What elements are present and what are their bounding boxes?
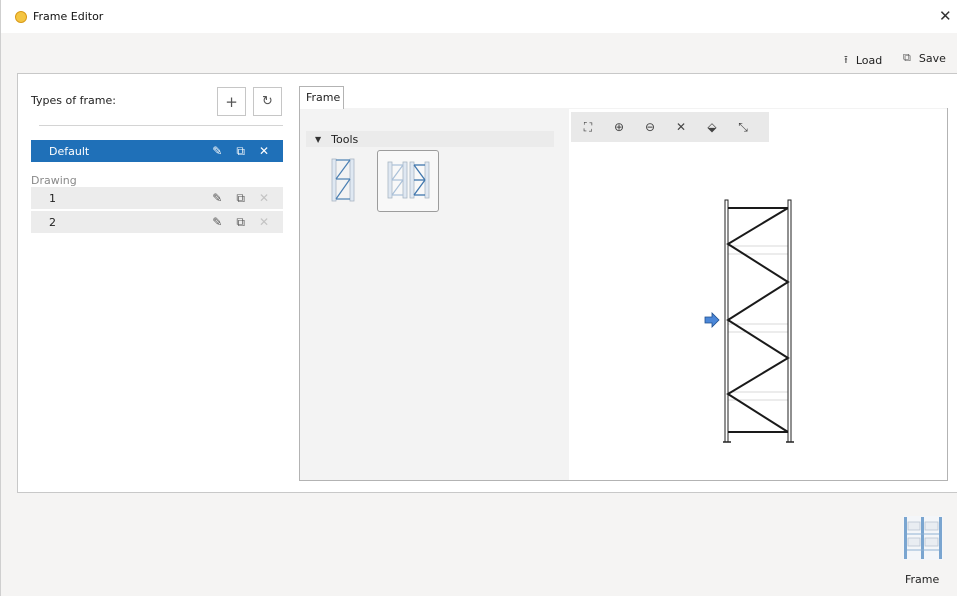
eraser-icon[interactable]: ⬙ xyxy=(705,120,719,134)
separator xyxy=(39,125,283,126)
frame-type-2[interactable]: 2 ✎ ⧉ ✕ xyxy=(31,211,283,233)
app-icon xyxy=(15,11,27,23)
frame-thumbnail-icon xyxy=(903,516,943,560)
load-button[interactable]: ⭱ Load xyxy=(844,51,882,70)
frame-type-default[interactable]: Default ✎ ⧉ ✕ xyxy=(31,140,283,162)
delete-icon[interactable]: ✕ xyxy=(259,144,269,159)
edit-icon[interactable]: ✎ xyxy=(212,215,222,230)
save-label: Save xyxy=(918,51,946,65)
plus-icon: + xyxy=(225,92,238,111)
frame-drawing xyxy=(704,199,794,443)
window-title: Frame Editor xyxy=(33,10,104,23)
frame-type-label: Default xyxy=(49,144,90,158)
frame-thumbnail-label: Frame xyxy=(905,573,940,586)
single-frame-tool-icon xyxy=(331,158,355,202)
group-label-drawing: Drawing xyxy=(31,174,77,187)
delete-icon: ✕ xyxy=(258,190,269,205)
delete-icon: ✕ xyxy=(258,214,269,229)
frame-type-label: 2 xyxy=(49,215,56,229)
zoom-in-icon[interactable]: ⊕ xyxy=(612,120,626,134)
frame-type-1[interactable]: 1 ✎ ⧉ ✕ xyxy=(31,187,283,209)
measure-icon[interactable]: ⤡ xyxy=(736,120,750,135)
single-frame-tool[interactable] xyxy=(329,157,357,206)
save-button[interactable]: ⧉ Save xyxy=(903,51,946,65)
copy-icon[interactable]: ⧉ xyxy=(236,215,245,230)
title-bar: Frame Editor ✕ xyxy=(1,0,957,33)
tools-label: Tools xyxy=(331,132,359,146)
copy-icon[interactable]: ⧉ xyxy=(236,191,245,206)
load-label: Load xyxy=(855,54,883,67)
add-button[interactable]: + xyxy=(217,87,246,116)
fit-to-view-icon[interactable]: ⛶ xyxy=(581,120,595,135)
tools-section-header[interactable]: ▼ Tools xyxy=(306,131,554,147)
frame-thumbnail[interactable] xyxy=(903,514,943,565)
copy-icon[interactable]: ⧉ xyxy=(236,144,245,159)
frame-editor-window: Frame Editor ✕ ⭱ Load ⧉ Save Types of fr… xyxy=(0,0,957,596)
frame-type-label: 1 xyxy=(49,191,56,205)
clear-icon[interactable]: ✕ xyxy=(674,120,688,134)
position-arrow-icon xyxy=(704,312,720,328)
types-of-frame-label: Types of frame: xyxy=(31,94,116,107)
refresh-icon: ↻ xyxy=(262,94,273,109)
tab-frame[interactable]: Frame xyxy=(299,86,344,109)
edit-icon[interactable]: ✎ xyxy=(212,144,222,159)
close-icon[interactable]: ✕ xyxy=(939,7,952,25)
double-frame-tool-icon xyxy=(387,161,430,199)
collapse-arrow-icon: ▼ xyxy=(315,134,322,144)
canvas-toolbar: ⛶ ⊕ ⊖ ✕ ⬙ ⤡ xyxy=(571,112,769,142)
edit-icon[interactable]: ✎ xyxy=(212,191,222,206)
refresh-button[interactable]: ↻ xyxy=(253,87,282,116)
zoom-out-icon[interactable]: ⊖ xyxy=(643,120,657,134)
double-frame-tool[interactable] xyxy=(377,150,439,212)
upload-icon: ⭱ xyxy=(844,53,848,66)
save-icon: ⧉ xyxy=(903,51,911,64)
